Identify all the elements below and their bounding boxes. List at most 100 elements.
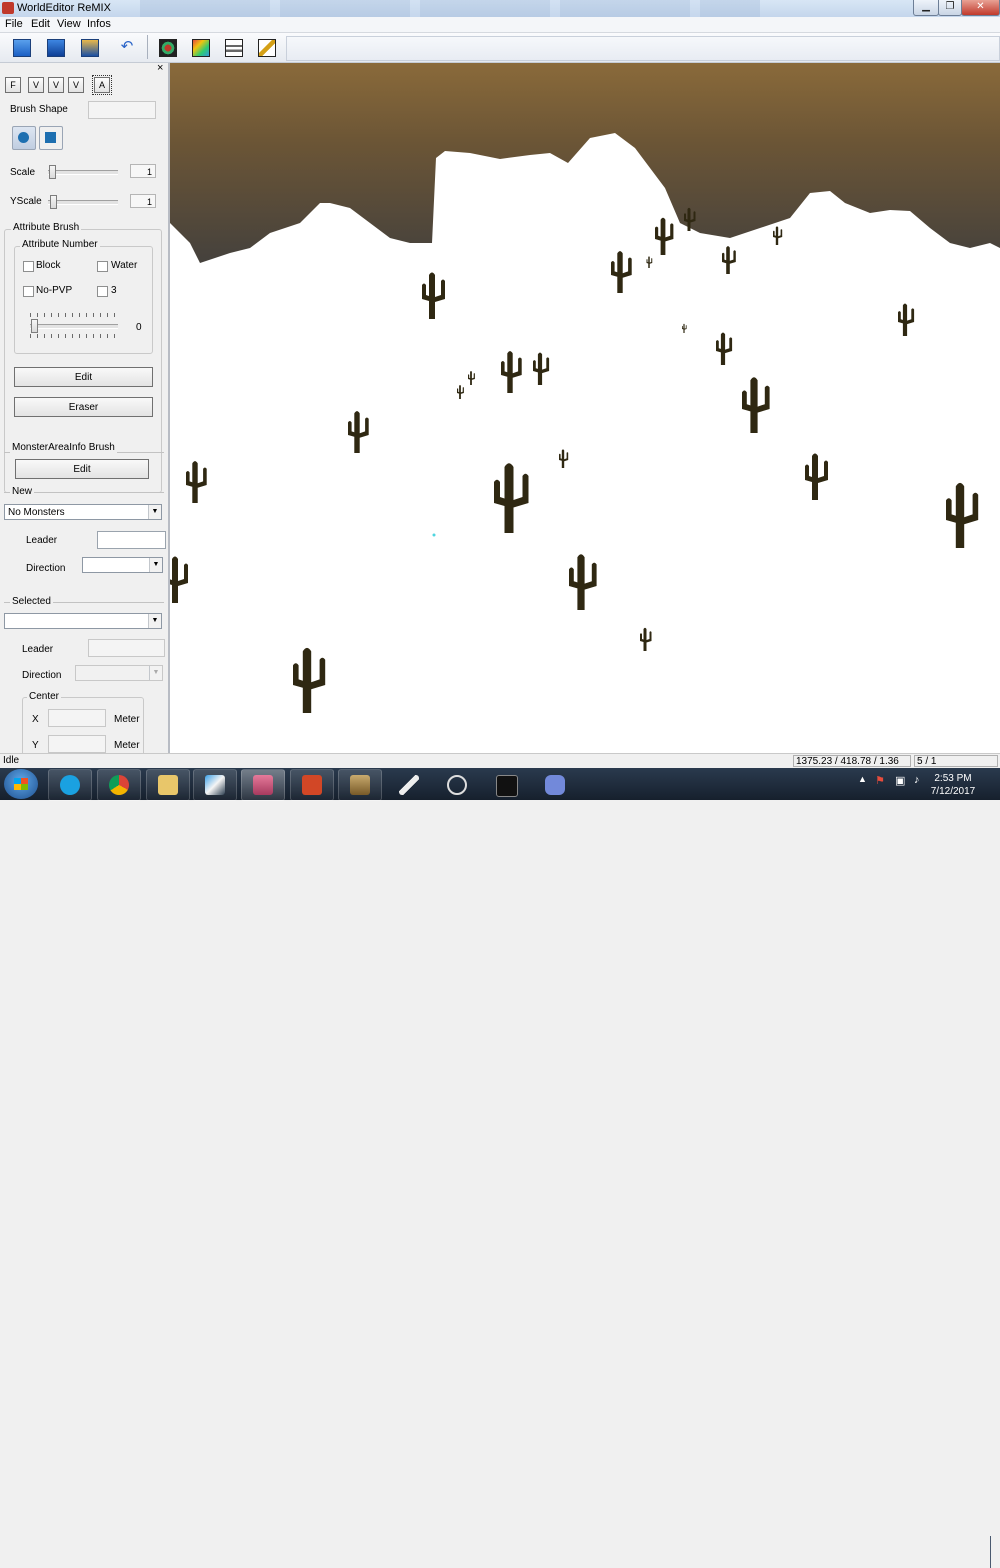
save-button[interactable]: [77, 36, 101, 58]
texture-icon: [192, 39, 210, 57]
feather-icon: [399, 775, 419, 795]
open-icon: [47, 39, 65, 57]
taskbar-discord[interactable]: [533, 769, 577, 801]
texture-button[interactable]: [188, 36, 212, 58]
start-button[interactable]: [4, 769, 38, 799]
status-bar: Idle 1375.23 / 418.78 / 1.36 5 / 1: [0, 753, 1000, 769]
no-pvp-label: No-PVP: [36, 285, 73, 296]
monster-edit-button[interactable]: Edit: [15, 459, 149, 479]
taskbar-file-explorer[interactable]: [146, 769, 190, 801]
terrain-render[interactable]: [170, 63, 1000, 753]
attribute-slider-value: 0: [136, 322, 142, 333]
center-y-unit: Meter: [114, 740, 140, 751]
maximize-button[interactable]: ❐: [938, 0, 962, 16]
no-pvp-checkbox[interactable]: [23, 286, 34, 297]
circle-brush-button[interactable]: [12, 126, 36, 150]
monster-brush-title: MonsterAreaInfo Brush: [10, 442, 117, 453]
attribute-number-title: Attribute Number: [20, 239, 100, 250]
title-bar[interactable]: WorldEditor ReMIX ▁ ❐ ✕: [0, 0, 1000, 17]
selected-leader-field: [88, 639, 165, 657]
scale-slider[interactable]: [48, 170, 118, 175]
selected-monster-select[interactable]: ▼: [4, 613, 162, 629]
taskbar-clock[interactable]: 2:53 PM 7/12/2017: [928, 772, 978, 798]
mode-button-f[interactable]: F: [5, 77, 21, 93]
league-icon: [350, 775, 370, 795]
panel-close-button[interactable]: ×: [157, 63, 163, 74]
yscale-slider-thumb[interactable]: [50, 195, 57, 209]
taskbar-obs[interactable]: [435, 769, 479, 801]
cursor-marker: [432, 533, 436, 537]
mode-button-a[interactable]: A: [92, 75, 112, 95]
taskbar-worldeditor[interactable]: [241, 769, 285, 801]
mode-button-v1[interactable]: V: [28, 77, 44, 93]
clock-time: 2:53 PM: [934, 773, 972, 784]
direction-select[interactable]: ▼: [82, 557, 163, 573]
action-center-icon[interactable]: ⚑: [875, 774, 885, 787]
taskbar-chrome[interactable]: [97, 769, 141, 801]
skype-icon: [60, 775, 80, 795]
selected-direction-select: ▼: [75, 665, 163, 681]
undo-button[interactable]: ↶: [115, 36, 139, 58]
menu-file[interactable]: File: [5, 18, 23, 30]
taskbar-league[interactable]: [338, 769, 382, 801]
open-button[interactable]: [43, 36, 67, 58]
eraser-button[interactable]: Eraser: [14, 397, 153, 417]
volume-icon[interactable]: ♪: [914, 774, 920, 786]
minimize-button[interactable]: ▁: [913, 0, 939, 16]
anime-app-icon: [253, 775, 273, 795]
block-label: Block: [36, 260, 61, 271]
objects-button[interactable]: [155, 36, 179, 58]
tray-expand-icon[interactable]: ▲: [858, 774, 867, 784]
new-file-button[interactable]: [9, 36, 33, 58]
new-monster-select[interactable]: No Monsters ▼: [4, 504, 162, 520]
taskbar-terminal[interactable]: [484, 769, 528, 801]
square-shape-icon: [45, 132, 56, 143]
new-monster-select-value: No Monsters: [8, 507, 65, 518]
attribute-3-label: 3: [111, 285, 117, 296]
square-brush-button[interactable]: [39, 126, 63, 150]
water-label: Water: [111, 260, 138, 271]
show-desktop-button[interactable]: [990, 1536, 1000, 1568]
map-viewport[interactable]: [170, 63, 1000, 753]
brush-button[interactable]: [254, 36, 278, 58]
menu-infos[interactable]: Infos: [87, 18, 111, 30]
mode-button-v3[interactable]: V: [68, 77, 84, 93]
taskbar-feather[interactable]: [387, 769, 431, 801]
direction-label: Direction: [26, 563, 66, 574]
clock-date: 7/12/2017: [930, 786, 976, 797]
water-checkbox[interactable]: [97, 261, 108, 272]
status-text: Idle: [3, 755, 20, 766]
menu-edit[interactable]: Edit: [31, 18, 50, 30]
scale-value[interactable]: 1: [130, 164, 156, 178]
attribute-slider-thumb[interactable]: [31, 319, 38, 333]
block-checkbox[interactable]: [23, 261, 34, 272]
gem-app-icon: [205, 775, 225, 795]
attribute-brush-title: Attribute Brush: [11, 222, 82, 233]
attribute-button[interactable]: [221, 36, 245, 58]
save-icon: [81, 39, 99, 57]
menu-view[interactable]: View: [57, 18, 81, 30]
toolbar-empty-area: [286, 36, 1000, 61]
close-button[interactable]: ✕: [961, 0, 1000, 16]
yscale-value[interactable]: 1: [130, 194, 156, 208]
mode-button-v2[interactable]: V: [48, 77, 64, 93]
taskbar-powerpoint[interactable]: [290, 769, 334, 801]
app-icon: [2, 2, 14, 14]
chevron-down-icon[interactable]: ▼: [148, 614, 161, 628]
powerpoint-icon: [302, 775, 322, 795]
attribute-3-checkbox[interactable]: [97, 286, 108, 297]
snow-terrain: [170, 133, 1000, 753]
scale-slider-thumb[interactable]: [49, 165, 56, 179]
network-icon[interactable]: ▣: [895, 774, 905, 787]
attribute-icon: [225, 39, 243, 57]
chevron-down-icon[interactable]: ▼: [148, 505, 161, 519]
attribute-edit-button[interactable]: Edit: [14, 367, 153, 387]
attribute-slider-ticks-top: [30, 313, 118, 317]
chevron-down-icon[interactable]: ▼: [149, 558, 162, 572]
new-title: New: [10, 486, 35, 497]
attribute-slider[interactable]: [30, 324, 118, 329]
yscale-slider[interactable]: [48, 200, 118, 205]
leader-input[interactable]: [97, 531, 166, 549]
taskbar-skype[interactable]: [48, 769, 92, 801]
taskbar-gem-app[interactable]: [193, 769, 237, 801]
